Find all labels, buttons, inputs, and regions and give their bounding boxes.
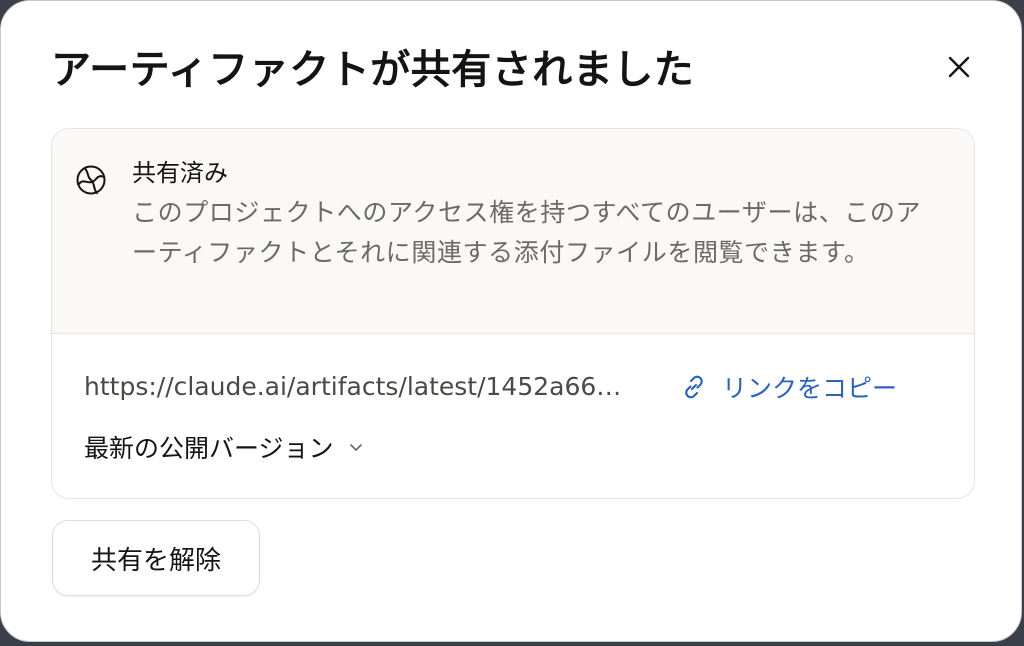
- share-status-section: 共有済み このプロジェクトへのアクセス権を持つすべてのユーザーは、このアーティフ…: [52, 129, 974, 334]
- link-icon: [685, 375, 703, 399]
- copy-link-button[interactable]: リンクをコピー: [678, 369, 897, 405]
- share-card: 共有済み このプロジェクトへのアクセス権を持つすべてのユーザーは、このアーティフ…: [51, 128, 975, 499]
- unshare-button[interactable]: 共有を解除: [52, 520, 260, 596]
- version-selected-label: 最新の公開バージョン: [84, 434, 334, 463]
- globe-icon: [76, 165, 106, 195]
- share-status-description: このプロジェクトへのアクセス権を持つすべてのユーザーは、このアーティファクトとそ…: [132, 198, 922, 267]
- share-status-title: 共有済み: [132, 159, 228, 187]
- share-url: https://claude.ai/artifacts/latest/1452a…: [84, 372, 622, 401]
- version-dropdown[interactable]: 最新の公開バージョン: [84, 429, 364, 465]
- close-button[interactable]: [937, 45, 981, 89]
- close-icon: [948, 56, 970, 78]
- share-dialog: アーティファクトが共有されました 共有済み このプロジェクトへのアクセス権を持つ…: [0, 0, 1022, 642]
- dialog-title: アーティファクトが共有されました: [51, 47, 695, 93]
- chevron-down-icon: [349, 444, 362, 451]
- copy-link-label: リンクをコピー: [722, 374, 898, 403]
